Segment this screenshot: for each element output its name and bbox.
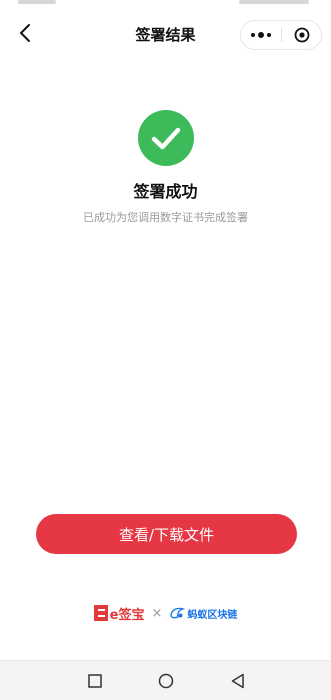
- recent-apps-button[interactable]: [85, 671, 105, 691]
- result-title: 签署成功: [133, 182, 198, 201]
- close-mini-program-button[interactable]: [282, 21, 322, 49]
- success-check-icon: [138, 110, 194, 166]
- brand-separator: ×: [151, 605, 163, 621]
- status-bar-left: [18, 0, 56, 4]
- brand-footer: e签宝 × 蚂蚁区块链: [0, 604, 331, 623]
- top-navigation-bar: 签署结果: [0, 10, 331, 54]
- mini-program-capsule: [240, 20, 322, 50]
- status-bar: [0, 0, 331, 8]
- result-description: 已成功为您调用数字证书完成签署: [83, 211, 248, 224]
- status-bar-right: [239, 0, 309, 4]
- ant-chain-icon: [170, 607, 186, 619]
- view-download-file-button[interactable]: 查看/下载文件: [36, 514, 297, 554]
- target-close-icon: [294, 27, 310, 43]
- system-navigation-bar: [0, 660, 331, 700]
- ant-chain-name: 蚂蚁区块链: [187, 609, 238, 621]
- square-icon: [88, 674, 102, 688]
- system-back-button[interactable]: [228, 671, 248, 691]
- triangle-back-icon: [231, 673, 244, 689]
- home-button[interactable]: [156, 671, 176, 691]
- circle-icon: [158, 673, 174, 689]
- more-dots-icon: [251, 32, 271, 38]
- esign-mark-icon: [93, 605, 108, 621]
- esign-logo: e签宝: [93, 604, 145, 623]
- more-button[interactable]: [241, 21, 281, 49]
- ant-chain-logo: 蚂蚁区块链: [169, 606, 237, 621]
- esign-brand-name: e签宝: [109, 607, 145, 623]
